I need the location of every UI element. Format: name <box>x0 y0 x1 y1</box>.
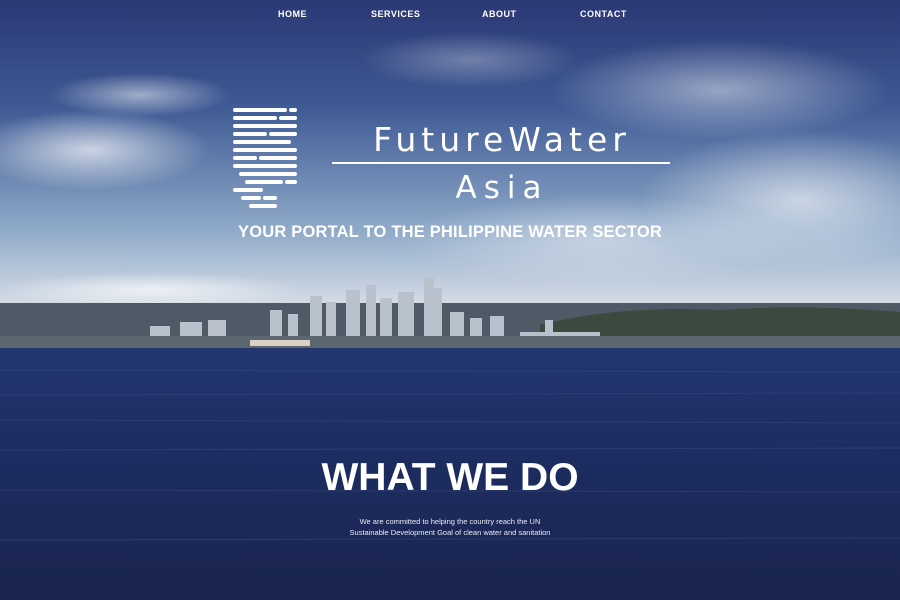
what-we-do-title: WHAT WE DO <box>321 456 579 499</box>
hero-tagline: YOUR PORTAL TO THE PHILIPPINE WATER SECT… <box>238 223 662 241</box>
nav-services[interactable]: SERVICES <box>371 0 420 19</box>
nav-about[interactable]: ABOUT <box>482 0 517 19</box>
brand-name: FutureWater <box>373 120 631 159</box>
what-we-do-body: We are committed to helping the country … <box>349 517 551 537</box>
water-lines-icon <box>233 108 297 208</box>
nav-contact[interactable]: CONTACT <box>580 0 627 19</box>
brand-subname: Asia <box>455 170 549 206</box>
brand-divider <box>332 162 670 164</box>
nav-home[interactable]: HOME <box>278 0 307 19</box>
main-nav: HOME SERVICES ABOUT CONTACT <box>0 0 900 28</box>
hero-background <box>0 0 900 600</box>
